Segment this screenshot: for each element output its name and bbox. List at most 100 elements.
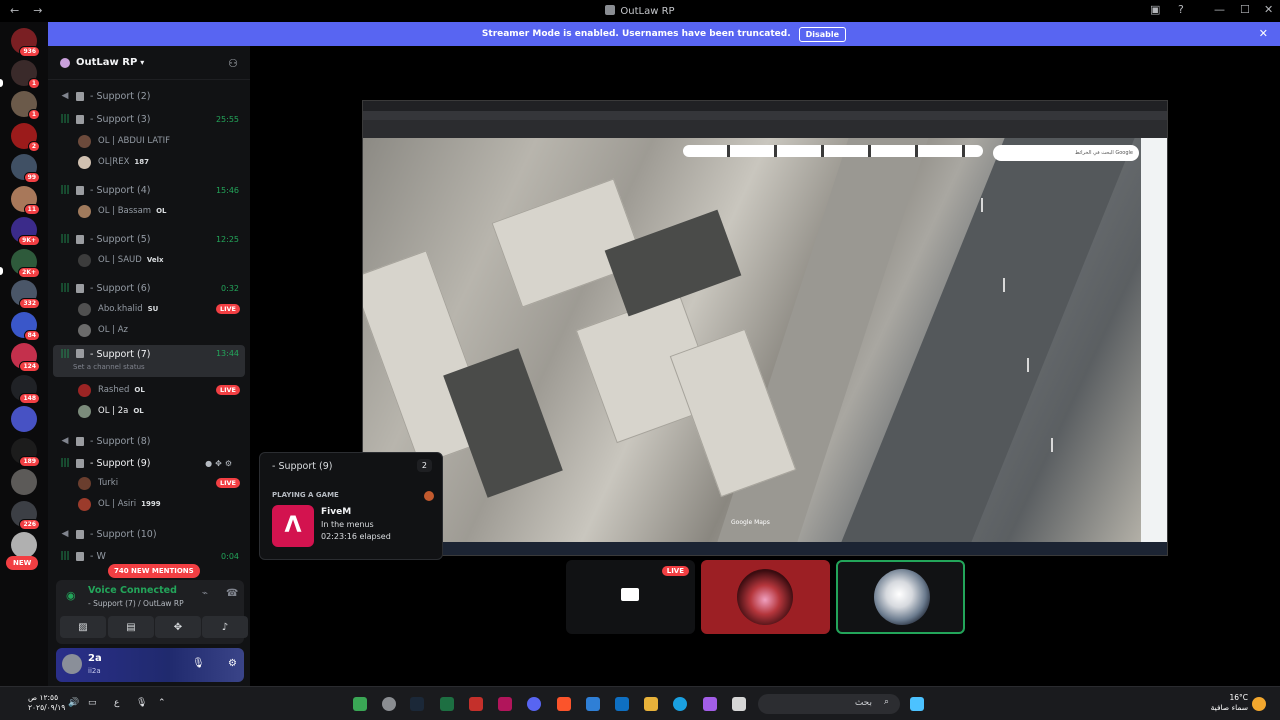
soundboard-button[interactable]: ♪ [202, 616, 248, 638]
task-view-icon[interactable] [732, 697, 746, 711]
server-icon[interactable]: 1 [11, 59, 40, 89]
voice-channel-support[interactable]: ||| - Support (7) 13:44 Set a channel statu… [53, 345, 245, 377]
avatar [78, 383, 91, 397]
channel-status-hint[interactable]: Set a channel status [73, 363, 145, 371]
steam-icon[interactable] [410, 697, 424, 711]
voice-member[interactable]: Abo.khalid SU LIVE [78, 300, 245, 318]
mic-icon[interactable]: 🎙 [192, 658, 205, 669]
weather-widget[interactable]: 16°C سماء صافية [1206, 693, 1248, 713]
server-icon[interactable]: 936 [11, 28, 40, 57]
fivem-icon[interactable] [498, 697, 512, 711]
participant-tile[interactable] [701, 560, 830, 634]
excel-icon[interactable] [440, 697, 454, 711]
screen-share-button[interactable]: ▤ [108, 616, 154, 638]
voice-activity-icon: ||| [60, 283, 70, 293]
taskbar-app-icon[interactable] [353, 697, 367, 711]
camera-button[interactable]: ▨ [60, 616, 106, 638]
channel-list: ◀ - Support (2) ||| - Support (3) 25:55 ||| - … [48, 82, 250, 572]
avatar[interactable] [62, 654, 82, 674]
server-icon[interactable]: 99 [11, 154, 40, 183]
voice-member[interactable]: OL | Az [78, 321, 245, 339]
voice-member[interactable]: OL | ABDUI LATIF [78, 132, 245, 150]
voice-channel-support[interactable]: ||| - W 0:04 [53, 546, 245, 566]
voice-member[interactable]: OL | 2a OL [78, 402, 245, 420]
server-icon[interactable]: 11 [11, 185, 40, 215]
voice-channel-support[interactable]: ||| - Support (3) 25:55 [53, 109, 245, 129]
close-banner-icon[interactable]: ✕ [1259, 27, 1268, 40]
server-icon[interactable] [11, 469, 37, 495]
server-icon[interactable]: 189 [11, 437, 40, 467]
invite-icon[interactable]: ⚇ [228, 57, 238, 70]
voice-channel-support[interactable]: ◀ - Support (8) [53, 431, 245, 451]
server-icon[interactable]: 124 [11, 343, 40, 372]
server-icon[interactable]: 2 [11, 122, 40, 152]
voice-channel-support[interactable]: ||| - Support (6) 0:32 [53, 278, 245, 298]
chevron-up-icon[interactable]: ⌃ [158, 698, 166, 708]
new-unread-button[interactable]: NEW [6, 556, 39, 570]
taskbar-app-icon[interactable] [382, 697, 396, 711]
server-icon[interactable]: 226 [11, 500, 40, 530]
voice-channel-support[interactable]: ||| - Support (9) ●✥⚙ [53, 453, 245, 473]
volume-icon[interactable]: 🔊 [68, 698, 79, 708]
channel-tools[interactable]: ●✥⚙ [205, 459, 235, 468]
server-icon[interactable] [11, 532, 37, 558]
taskbar-app-icon[interactable] [469, 697, 483, 711]
voice-member[interactable]: Turki LIVE [78, 474, 245, 492]
server-icon[interactable]: 332 [11, 280, 40, 309]
language-indicator[interactable]: ع [114, 698, 119, 708]
username: 2a [88, 653, 102, 664]
activities-button[interactable]: ✥ [155, 616, 201, 638]
voice-channel-support[interactable]: ||| - Support (4) 15:46 [53, 180, 245, 200]
settings-icon[interactable]: ⚙ [228, 658, 237, 669]
voice-channel-support[interactable]: ||| - Support (5) 12:25 [53, 229, 245, 249]
stream-tile[interactable]: LIVE [566, 560, 695, 634]
mail-icon[interactable] [586, 697, 600, 711]
user-panel[interactable]: 2a ii2a 🎙 ⚙ [56, 648, 244, 682]
store-icon[interactable] [615, 697, 629, 711]
server-icon[interactable]: 84 [11, 311, 40, 341]
voice-member[interactable]: OL | Bassam OL [78, 202, 245, 220]
folder-icon[interactable] [644, 697, 658, 711]
server-icon[interactable]: 9K+ [11, 217, 40, 246]
edge-icon[interactable] [673, 697, 687, 711]
mic-icon[interactable]: 🎙 [136, 698, 147, 708]
disconnect-icon[interactable]: ☎ [226, 588, 238, 599]
monitor-icon [621, 588, 639, 601]
minimize-button[interactable]: — [1214, 3, 1225, 16]
noise-suppression-icon[interactable]: ⌁ [202, 588, 208, 599]
copilot-icon[interactable] [703, 697, 717, 711]
maximize-button[interactable]: ☐ [1240, 3, 1250, 16]
voice-member[interactable]: OL|REX 187 [78, 153, 245, 171]
voice-channel[interactable]: - Support (7) / OutLaw RP [88, 599, 184, 608]
disable-button[interactable]: Disable [798, 26, 847, 42]
discord-icon[interactable] [527, 697, 541, 711]
member-tag: 187 [134, 158, 150, 166]
voice-member[interactable]: Rashed OL LIVE [78, 381, 245, 399]
voice-status[interactable]: Voice Connected [88, 585, 177, 596]
voice-activity-icon: ||| [60, 458, 70, 468]
voice-member[interactable]: OL | SAUD Velx [78, 251, 245, 269]
app-icon [605, 5, 616, 15]
channel-name: - W [90, 550, 106, 562]
close-button[interactable]: ✕ [1264, 3, 1273, 16]
voice-channel-support[interactable]: ◀ - Support (10) [53, 524, 245, 544]
inbox-icon[interactable]: ▣ [1150, 3, 1160, 16]
new-mentions-badge[interactable]: 740 NEW MENTIONS [108, 564, 200, 578]
server-icon[interactable]: 1 [11, 91, 40, 120]
windows-start-icon[interactable] [910, 697, 924, 711]
participant-tile-speaking[interactable] [836, 560, 965, 634]
server-icon[interactable]: 148 [11, 374, 40, 404]
server-header[interactable]: OutLaw RP ▾ ⚇ [48, 46, 250, 80]
network-icon[interactable]: ▭ [88, 698, 97, 708]
voice-member[interactable]: OL | Asiri 1999 [78, 495, 245, 513]
server-icon[interactable]: 2K+ [11, 248, 40, 278]
system-clock[interactable]: ١٢:٥٥ ص ٢٠٢٥/٠٩/١٩ [28, 693, 65, 713]
server-icon[interactable] [11, 406, 37, 432]
screen-share-view[interactable]: البحث في الخرائط Google Google Maps [362, 100, 1168, 556]
avatar [78, 323, 91, 337]
server-icon [60, 57, 70, 68]
brave-icon[interactable] [557, 697, 571, 711]
help-icon[interactable]: ? [1178, 3, 1184, 16]
taskbar-search[interactable]: بحث [758, 694, 900, 714]
voice-channel-support[interactable]: ◀ - Support (2) [53, 86, 245, 106]
